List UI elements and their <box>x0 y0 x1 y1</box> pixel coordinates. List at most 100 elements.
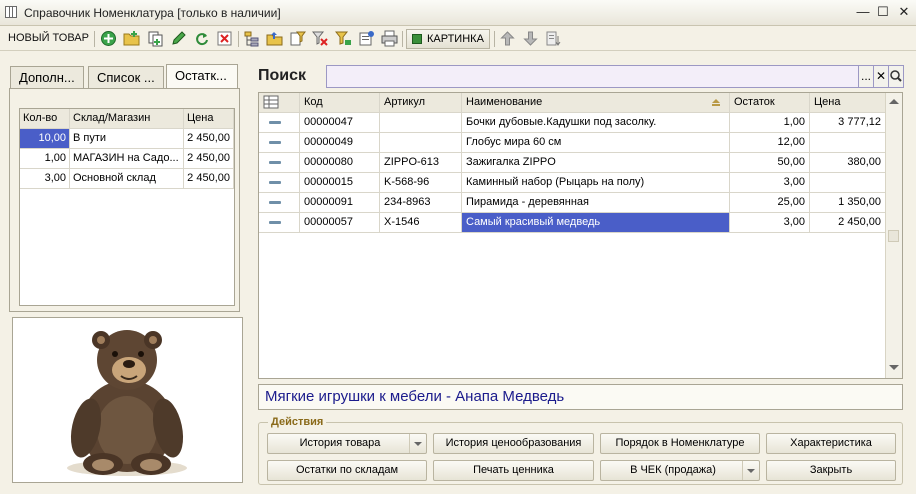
table-row[interactable]: 00000049 Глобус мира 60 см 12,00 <box>259 133 886 153</box>
table-row[interactable]: 00000047 Бочки дубовые.Кадушки под засол… <box>259 113 886 133</box>
item-marker-icon <box>269 221 281 224</box>
hierarchy-icon[interactable] <box>243 30 260 47</box>
stock-table-header: Кол-во Склад/Магазин Цена <box>20 109 234 129</box>
copy-icon[interactable] <box>147 30 164 47</box>
grid-settings-button[interactable] <box>259 93 300 112</box>
print-icon[interactable] <box>381 30 398 47</box>
stock-qty-cell: 10,00 <box>20 129 70 148</box>
code-cell: 00000015 <box>300 173 380 192</box>
tab-stock[interactable]: Остатк... <box>166 64 238 89</box>
chevron-down-icon[interactable] <box>409 434 426 453</box>
code-cell: 00000080 <box>300 153 380 172</box>
column-header-price[interactable]: Цена <box>184 109 234 128</box>
table-row[interactable]: 10,00 В пути 2 450,00 <box>20 129 234 149</box>
article-cell: ZIPPO-613 <box>380 153 462 172</box>
add-to-receipt-label: В ЧЕК (продажа) <box>630 464 716 476</box>
stock-store-cell: Основной склад <box>70 169 184 188</box>
product-table[interactable]: Код Артикул Наименование Остаток Цена 00… <box>258 92 903 379</box>
article-cell <box>380 113 462 132</box>
article-cell: K-568-96 <box>380 173 462 192</box>
scrollbar-thumb[interactable] <box>888 230 899 242</box>
table-row-selected[interactable]: 00000057 X-1546 Самый красивый медведь 3… <box>259 213 886 233</box>
catalog-icon <box>5 6 17 18</box>
move-down-icon[interactable] <box>522 30 539 47</box>
search-find-button[interactable] <box>888 65 904 88</box>
maximize-button[interactable]: ☐ <box>876 5 890 19</box>
price-cell: 2 450,00 <box>810 213 886 232</box>
column-header-qty[interactable]: Кол-во <box>20 109 70 128</box>
stock-cell: 25,00 <box>730 193 810 212</box>
column-header-price[interactable]: Цена <box>810 93 886 112</box>
column-header-article[interactable]: Артикул <box>380 93 462 112</box>
product-history-label: История товара <box>299 437 381 449</box>
column-header-name[interactable]: Наименование <box>462 93 730 112</box>
refresh-icon[interactable] <box>193 30 210 47</box>
code-cell: 00000091 <box>300 193 380 212</box>
row-marker <box>259 213 300 232</box>
properties-icon[interactable] <box>358 30 375 47</box>
add-folder-icon[interactable] <box>123 30 140 47</box>
add-to-receipt-button[interactable]: В ЧЕК (продажа) <box>600 460 760 481</box>
clear-filter-icon[interactable] <box>312 30 329 47</box>
stock-table[interactable]: Кол-во Склад/Магазин Цена 10,00 В пути 2… <box>19 108 235 306</box>
search-clear-button[interactable]: ✕ <box>873 65 889 88</box>
table-row[interactable]: 00000091 234-8963 Пирамида - деревянная … <box>259 193 886 213</box>
add-icon[interactable] <box>100 30 117 47</box>
scroll-up-arrow-icon[interactable] <box>889 99 899 104</box>
name-cell: Зажигалка ZIPPO <box>462 153 730 172</box>
table-row[interactable]: 00000080 ZIPPO-613 Зажигалка ZIPPO 50,00… <box>259 153 886 173</box>
search-label: Поиск <box>258 67 307 84</box>
stock-by-store-button[interactable]: Остатки по складам <box>267 460 427 481</box>
item-marker-icon <box>269 181 281 184</box>
price-cell <box>810 133 886 152</box>
column-header-stock[interactable]: Остаток <box>730 93 810 112</box>
search-select-button[interactable]: ... <box>858 65 874 88</box>
item-marker-icon <box>269 161 281 164</box>
item-marker-icon <box>269 141 281 144</box>
sort-list-icon[interactable] <box>545 30 562 47</box>
print-price-tag-button[interactable]: Печать ценника <box>433 460 594 481</box>
vertical-scrollbar[interactable] <box>885 93 902 378</box>
characteristics-button[interactable]: Характеристика <box>766 433 896 454</box>
catalog-order-button[interactable]: Порядок в Номенклатуре <box>600 433 760 454</box>
close-window-button[interactable]: ✕ <box>897 5 911 19</box>
stock-cell: 1,00 <box>730 113 810 132</box>
stock-qty-cell: 1,00 <box>20 149 70 168</box>
move-up-icon[interactable] <box>499 30 516 47</box>
picture-toggle-button[interactable]: КАРТИНКА <box>406 29 490 49</box>
price-history-button[interactable]: История ценообразования <box>433 433 594 454</box>
actions-group-label: Действия <box>268 416 327 428</box>
minimize-button[interactable]: — <box>856 5 870 19</box>
delete-icon[interactable] <box>216 30 233 47</box>
scroll-down-arrow-icon[interactable] <box>889 365 899 370</box>
filter-icon[interactable] <box>335 30 352 47</box>
table-row[interactable]: 3,00 Основной склад 2 450,00 <box>20 169 234 189</box>
folder-up-icon[interactable] <box>266 30 283 47</box>
name-cell: Глобус мира 60 см <box>462 133 730 152</box>
table-row[interactable]: 00000015 K-568-96 Каминный набор (Рыцарь… <box>259 173 886 193</box>
article-cell <box>380 133 462 152</box>
row-marker <box>259 153 300 172</box>
name-cell: Самый красивый медведь <box>462 213 730 232</box>
picture-toggle-label: КАРТИНКА <box>427 33 484 45</box>
product-history-button[interactable]: История товара <box>267 433 427 454</box>
stock-price-cell: 2 450,00 <box>184 129 234 148</box>
tab-list[interactable]: Список ... <box>88 66 164 88</box>
edit-pencil-icon[interactable] <box>170 30 187 47</box>
chevron-down-icon[interactable] <box>742 461 759 480</box>
stock-price-cell: 2 450,00 <box>184 149 234 168</box>
new-item-button[interactable]: НОВЫЙ ТОВАР <box>8 32 89 44</box>
title-bar: Справочник Номенклатура [только в наличи… <box>0 0 916 26</box>
search-input[interactable] <box>326 65 859 88</box>
toolbar-separator <box>494 31 495 47</box>
price-cell: 3 777,12 <box>810 113 886 132</box>
toolbar-separator <box>402 31 403 47</box>
item-marker-icon <box>269 121 281 124</box>
close-button[interactable]: Закрыть <box>766 460 896 481</box>
tab-additional[interactable]: Дополн... <box>10 66 84 88</box>
column-header-store[interactable]: Склад/Магазин <box>70 109 184 128</box>
column-header-code[interactable]: Код <box>300 93 380 112</box>
filter-list-icon[interactable] <box>289 30 306 47</box>
code-cell: 00000057 <box>300 213 380 232</box>
table-row[interactable]: 1,00 МАГАЗИН на Садо... 2 450,00 <box>20 149 234 169</box>
